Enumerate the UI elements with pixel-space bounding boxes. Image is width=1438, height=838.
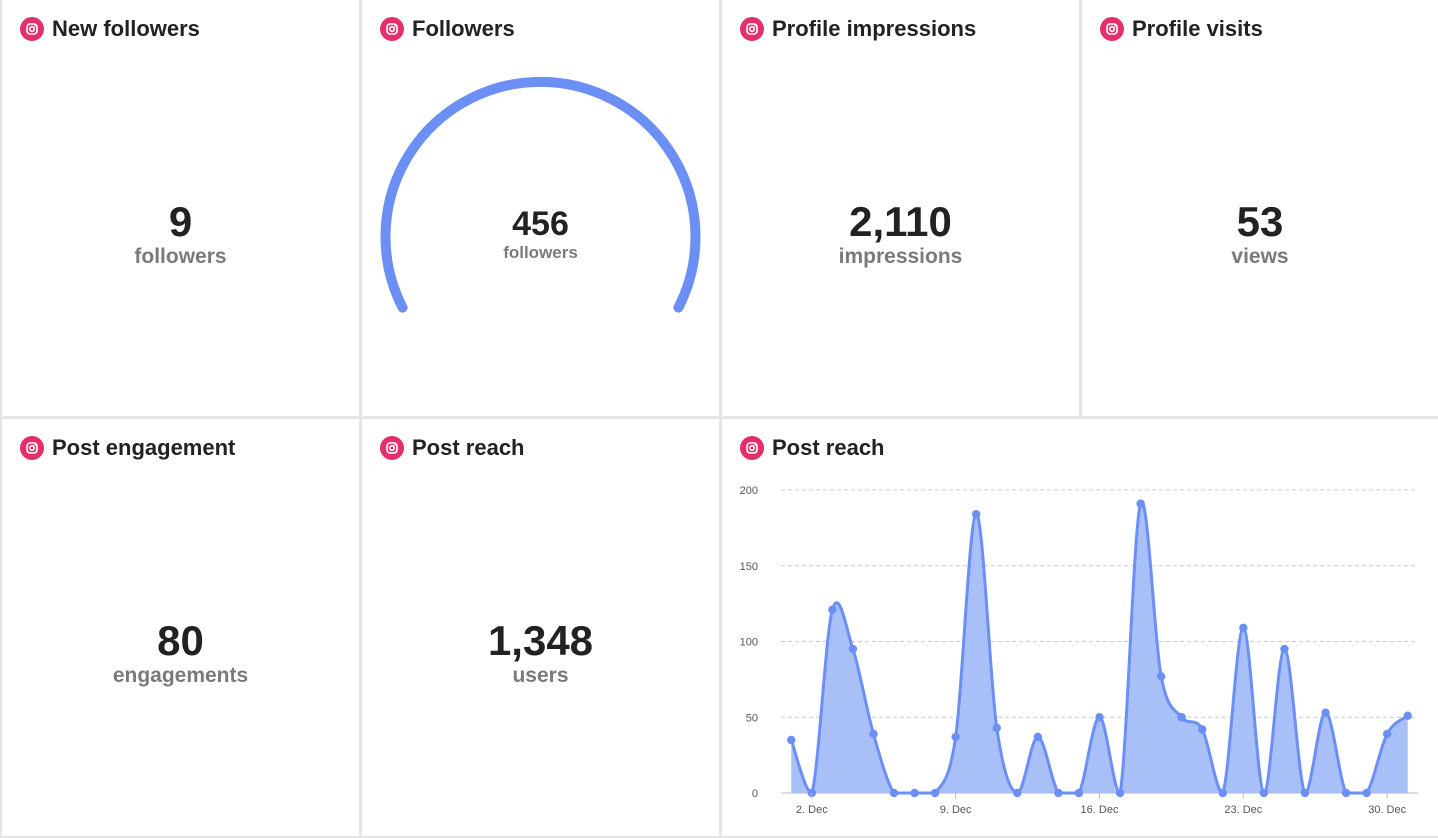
data-point [869,729,878,739]
instagram-icon [20,436,44,460]
data-point [992,723,1001,733]
x-tick-label: 2. Dec [796,804,828,816]
data-point [1136,499,1145,508]
metric-value: 9 [168,198,193,245]
instagram-icon [1100,17,1124,41]
data-point [1198,725,1207,734]
data-point [1218,788,1227,798]
data-point [1321,708,1330,717]
data-point [972,510,981,519]
profile-visits-card: Profile visits 53 views [1082,0,1438,416]
data-point [1362,788,1371,798]
data-point [1239,623,1248,633]
post-reach-card: Post reach 1,348 users [362,419,719,836]
data-point [1177,713,1186,722]
card-title: Post reach [380,435,525,461]
data-point [951,732,960,742]
x-tick-label: 9. Dec [940,804,972,816]
data-point [1013,788,1022,798]
instagram-icon [380,436,404,460]
y-tick-label: 150 [740,561,758,573]
instagram-icon [20,17,44,41]
metric: 9 followers [2,198,359,269]
post-engagement-card: Post engagement 80 engagements [2,419,359,836]
y-tick-label: 50 [746,712,758,724]
metric: 80 engagements [2,617,359,688]
metric-value: 2,110 [849,198,952,245]
data-point [1300,788,1310,798]
metric: 2,110 impressions [722,198,1079,269]
y-tick-label: 100 [740,637,758,649]
instagram-icon [740,17,764,41]
metric-unit: views [1231,245,1289,269]
data-point [787,735,796,745]
data-point [889,788,899,798]
data-point [1403,711,1412,720]
metric-value: 80 [157,617,204,664]
card-title: Profile visits [1100,16,1263,42]
metric-unit: engagements [112,664,249,688]
data-point [1095,713,1104,722]
metric-unit: followers [134,245,227,269]
new-followers-card: New followers 9 followers [2,0,359,416]
data-point [910,788,919,798]
metric: 456 followers [362,205,719,263]
data-point [1054,788,1063,798]
card-title-text: Post reach [412,435,525,460]
data-point [848,644,858,654]
data-point [1115,788,1125,798]
metric-value: 53 [1236,198,1284,245]
card-title-text: Profile impressions [772,16,977,41]
data-point [1341,788,1351,798]
data-point [1382,729,1392,739]
y-tick-label: 0 [752,788,758,800]
data-point [1280,644,1289,654]
metric-value: 456 [512,205,569,243]
data-point [828,605,837,614]
gauge-arc [380,76,701,313]
card-title: New followers [20,16,200,42]
dashboard-grid: New followers 9 followers Followers 456 … [0,0,1438,838]
data-point [1074,788,1084,798]
x-tick-label: 23. Dec [1224,804,1262,816]
data-point [1033,732,1043,742]
metric: 1,348 users [362,617,719,688]
metric-value: 1,348 [487,617,594,664]
card-title-text: Post engagement [52,435,236,460]
card-title-text: Profile visits [1132,16,1263,41]
metric-unit: users [512,664,569,688]
data-point [930,788,940,798]
y-tick-label: 200 [740,485,758,497]
metric-unit: followers [503,242,578,262]
post-reach-chart-card: Post reach 0 50 100 150 200 2. Dec 9. Dec 16. D… [722,419,1438,836]
metric: 53 views [1082,198,1438,269]
followers-card: Followers 456 followers [362,0,719,416]
data-point [1156,672,1166,681]
metric-unit: impressions [838,245,963,269]
card-title: Profile impressions [740,16,976,42]
post-reach-chart: 0 50 100 150 200 2. Dec 9. Dec 16. Dec 23. Dec 30… [740,485,1418,816]
card-title-text: New followers [52,16,200,41]
profile-impressions-card: Profile impressions 2,110 impressions [722,0,1079,416]
x-tick-label: 16. Dec [1081,804,1119,816]
card-title: Post engagement [20,435,235,461]
x-tick-label: 30. Dec [1368,804,1406,816]
data-point [1259,788,1269,798]
